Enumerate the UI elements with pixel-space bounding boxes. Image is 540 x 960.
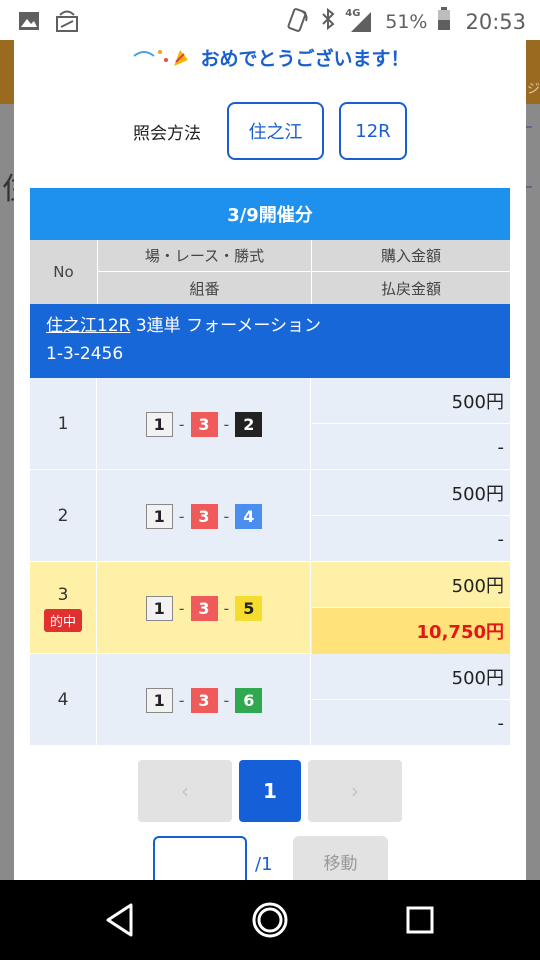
combination: 1- 3- 4: [98, 470, 311, 562]
next-page-button[interactable]: ›: [308, 760, 402, 822]
table-header: No 場・レース・勝式 購入金額 組番 払戻金額: [30, 240, 510, 304]
combination: 1- 3- 6: [98, 654, 311, 746]
recent-apps-icon[interactable]: [404, 900, 436, 944]
boat-second: 3: [190, 595, 218, 621]
table-title: 3/9開催分: [30, 188, 510, 240]
battery-icon: [437, 7, 451, 36]
bet-summary: 住之江12R 3連単 フォーメーション 1-3-2456: [30, 304, 510, 378]
payout-amount: -: [497, 436, 505, 458]
status-bar: 4G 51% 20:53: [0, 0, 540, 40]
congrats-banner: おめでとうございます！: [14, 44, 526, 73]
combination: 1- 3- 2: [98, 378, 311, 470]
purchase-amount: 500円: [312, 378, 510, 424]
background-text: ジ: [526, 82, 540, 97]
row-no: 3: [57, 584, 69, 605]
bet-type: 3連単 フォーメーション: [135, 316, 322, 336]
combination: 1- 3- 5: [98, 562, 311, 654]
table-row: 4 1- 3- 6 500円 -: [30, 654, 510, 746]
purchase-amount: 500円: [312, 654, 510, 700]
page-number-input[interactable]: [153, 836, 247, 880]
dash: -: [223, 506, 230, 526]
boat-second: 3: [190, 503, 218, 529]
row-no: 4: [30, 654, 97, 746]
dash: -: [223, 690, 230, 710]
home-icon[interactable]: [250, 900, 290, 944]
back-icon[interactable]: [104, 900, 136, 944]
boat-third: 6: [235, 687, 263, 713]
dash: -: [178, 506, 185, 526]
boat-second: 3: [190, 411, 218, 437]
bet-result-table: 3/9開催分 No 場・レース・勝式 購入金額 組番 払戻金額 住之江12R 3…: [30, 188, 510, 746]
dash: -: [223, 414, 230, 434]
formation: 1-3-2456: [46, 344, 124, 364]
current-page-button[interactable]: 1: [239, 760, 301, 822]
race-chip[interactable]: 12R: [339, 102, 407, 160]
page-jump: /1 移動: [14, 836, 526, 880]
boat-third: 2: [235, 411, 263, 437]
header-race-bet-type: 場・レース・勝式: [144, 247, 265, 265]
gallery-icon: [18, 11, 40, 35]
header-purchase-amount: 購入金額: [380, 247, 441, 265]
table-row: 2 1- 3- 4 500円 -: [30, 470, 510, 562]
table-row: 1 1- 3- 2 500円 -: [30, 378, 510, 470]
hit-badge: 的中: [43, 608, 82, 632]
payout-amount: -: [497, 528, 505, 550]
boat-second: 3: [190, 687, 218, 713]
purchase-amount: 500円: [312, 470, 510, 516]
chevron-right-icon: ›: [351, 779, 359, 803]
dash: -: [178, 414, 185, 434]
header-combination: 組番: [189, 279, 220, 298]
payout-amount: 10,750円: [312, 608, 510, 654]
party-popper-icon: [130, 46, 190, 73]
dash: -: [223, 598, 230, 618]
boat-first: 1: [145, 687, 173, 713]
navigation-bar: [0, 880, 540, 960]
row-no: 1: [30, 378, 97, 470]
query-method-label: 照会方法: [133, 124, 201, 144]
congrats-text: おめでとうございます！: [200, 48, 410, 70]
dash: -: [178, 690, 185, 710]
battery-percent: 51%: [385, 10, 428, 33]
table-row-hit: 3 的中 1- 3- 5 500円 10,750円: [30, 562, 510, 654]
payout-amount: -: [497, 712, 505, 734]
clock: 20:53: [465, 9, 526, 34]
purchase-amount: 500円: [312, 562, 510, 608]
dash: -: [178, 598, 185, 618]
cast-icon: [54, 9, 80, 37]
row-no-cell: 3 的中: [30, 562, 97, 654]
boat-third: 4: [235, 503, 263, 529]
bluetooth-icon: [321, 7, 335, 36]
boat-first: 1: [145, 503, 173, 529]
nfc-icon: [285, 6, 311, 37]
total-pages: /1: [255, 854, 273, 875]
query-method-row: 照会方法 住之江 12R: [14, 102, 526, 160]
venue-race-link[interactable]: 住之江12R: [46, 316, 130, 336]
move-button[interactable]: 移動: [293, 836, 388, 880]
signal-4g-icon: 4G: [345, 8, 375, 34]
boat-third: 5: [235, 595, 263, 621]
header-payout-amount: 払戻金額: [380, 279, 441, 298]
header-no: No: [53, 263, 74, 281]
chevron-left-icon: ‹: [181, 779, 189, 803]
prev-page-button[interactable]: ‹: [138, 760, 232, 822]
row-no: 2: [30, 470, 97, 562]
boat-first: 1: [145, 595, 173, 621]
venue-chip[interactable]: 住之江: [227, 102, 324, 160]
pagination: ‹ 1 ›: [14, 760, 526, 822]
result-dialog: おめでとうございます！ 照会方法 住之江 12R 3/9開催分 No 場・レース…: [14, 40, 526, 880]
boat-first: 1: [145, 411, 173, 437]
